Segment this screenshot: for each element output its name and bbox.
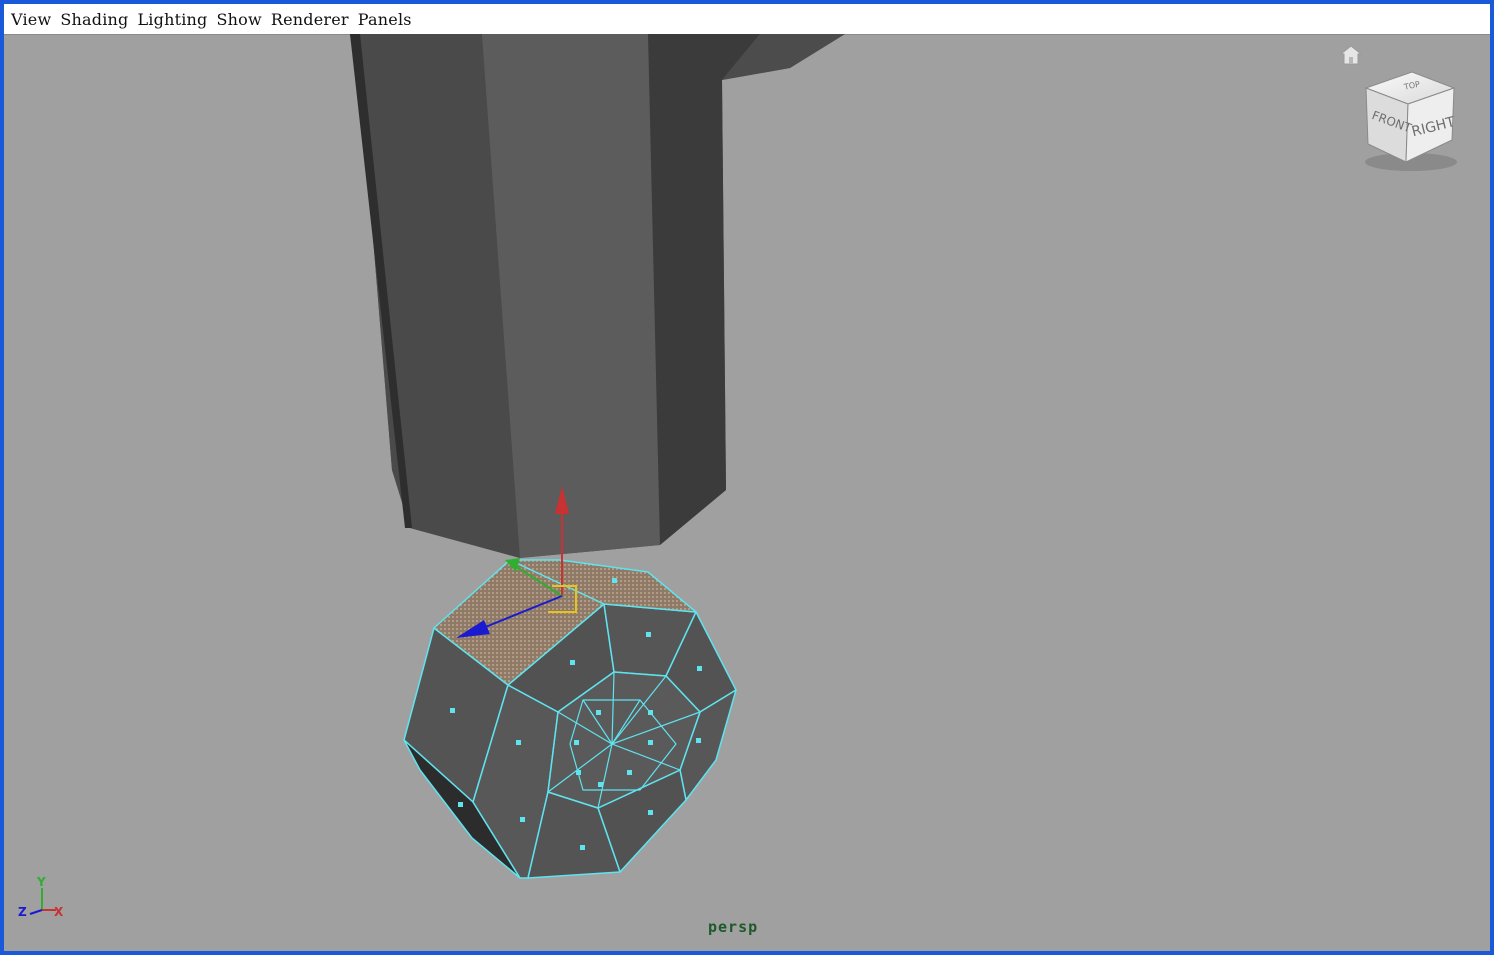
axis-z-label: Z — [18, 905, 27, 919]
column-mesh[interactable] — [350, 34, 845, 558]
home-icon[interactable] — [1340, 44, 1362, 66]
sphere-mesh[interactable] — [403, 559, 737, 879]
camera-name-label: persp — [708, 918, 759, 936]
viewcube-icon[interactable]: TOP FRONT RIGHT — [1356, 66, 1466, 176]
axis-indicator-icon: Y X Z — [18, 875, 64, 919]
3d-viewport-canvas[interactable] — [0, 0, 1494, 955]
axis-y-label: Y — [36, 875, 46, 889]
axis-x-label: X — [54, 905, 64, 919]
